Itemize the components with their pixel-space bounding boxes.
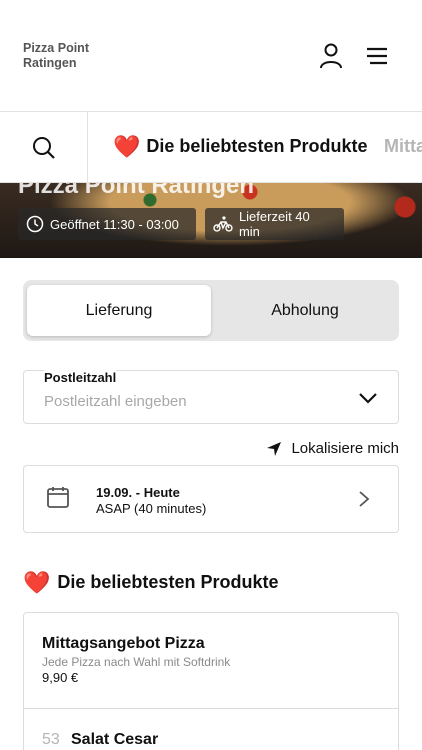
delivery-time-badge: Lieferzeit 40 min: [205, 208, 344, 240]
order-type-toggle: Lieferung Abholung: [23, 280, 399, 341]
tab-popular-products[interactable]: ❤️ Die beliebtesten Produkte: [113, 133, 368, 159]
opening-hours-text: Geöffnet 11:30 - 03:00: [50, 216, 179, 232]
product-list: Mittagsangebot Pizza Jede Pizza nach Wah…: [23, 612, 399, 750]
category-tab-bar: ❤️ Die beliebtesten Produkte Mitta: [0, 112, 422, 183]
clock-icon: [26, 215, 44, 233]
postal-code-input[interactable]: [44, 393, 344, 410]
delivery-option-button[interactable]: Lieferung: [27, 285, 211, 336]
delivery-time-text: Lieferzeit 40 min: [238, 209, 310, 239]
brand-line-1: Pizza Point: [23, 41, 89, 55]
section-title-text: Die beliebtesten Produkte: [57, 572, 279, 592]
locate-me-label: Lokalisiere mich: [291, 440, 399, 457]
delivery-date: 19.09. - Heute: [96, 485, 180, 500]
chevron-down-icon[interactable]: [358, 391, 378, 410]
search-icon[interactable]: [0, 112, 88, 182]
product-item[interactable]: 53 Salat Cesar: [24, 709, 398, 750]
hero-banner: Pizza Point Ratingen Geöffnet 11:30 - 03…: [0, 172, 422, 258]
bike-icon: [213, 216, 233, 232]
postal-code-label: Postleitzahl: [44, 370, 117, 385]
product-price: 9,90 €: [42, 670, 79, 685]
product-number: 53: [42, 731, 60, 748]
user-icon[interactable]: [318, 42, 344, 70]
delivery-time: ASAP (40 minutes): [96, 501, 207, 516]
product-name: Mittagsangebot Pizza: [42, 635, 205, 652]
heart-icon: ❤️: [113, 133, 141, 159]
restaurant-brand[interactable]: Pizza Point Ratingen: [23, 41, 89, 71]
hamburger-menu-icon[interactable]: [364, 42, 390, 70]
locate-me-button[interactable]: Lokalisiere mich: [266, 440, 399, 457]
calendar-icon: [46, 485, 70, 514]
product-name: Salat Cesar: [71, 731, 159, 748]
delivery-time-selector[interactable]: 19.09. - Heute ASAP (40 minutes): [23, 465, 399, 533]
app-header: Pizza Point Ratingen: [0, 0, 422, 112]
product-description: Jede Pizza nach Wahl mit Softdrink: [42, 655, 231, 669]
pickup-option-button[interactable]: Abholung: [213, 285, 397, 336]
product-item[interactable]: Mittagsangebot Pizza Jede Pizza nach Wah…: [24, 613, 398, 709]
chevron-right-icon: [358, 490, 370, 513]
brand-line-2: Ratingen: [23, 56, 77, 70]
opening-hours-badge: Geöffnet 11:30 - 03:00: [18, 208, 196, 240]
postal-code-field[interactable]: Postleitzahl: [23, 370, 399, 424]
section-title: ❤️ Die beliebtesten Produkte: [23, 569, 279, 595]
location-arrow-icon: [267, 441, 282, 456]
heart-icon: ❤️: [23, 569, 51, 595]
tab-lunch-offer[interactable]: Mitta: [384, 136, 422, 157]
tab-lunch-offer-label: Mitta: [384, 136, 422, 156]
tab-popular-products-label: Die beliebtesten Produkte: [146, 136, 368, 156]
